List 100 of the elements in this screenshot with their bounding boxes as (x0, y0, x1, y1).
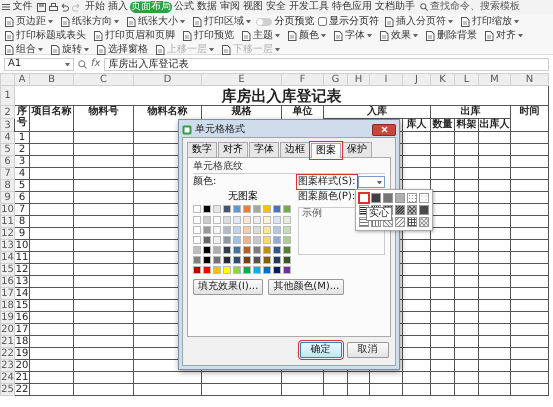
color-swatch[interactable] (233, 216, 241, 224)
row-label[interactable]: 13 (0, 240, 14, 252)
dialog-tab[interactable]: 对齐 (218, 142, 248, 157)
color-swatch[interactable] (243, 236, 251, 244)
ribbon-button[interactable]: 旋转 (48, 43, 91, 56)
row-label[interactable]: 5 (0, 144, 14, 156)
color-swatch[interactable] (223, 226, 231, 234)
more-colors-button[interactable]: 其他颜色(M)... (268, 279, 344, 295)
dialog-tab[interactable]: 图案 (311, 143, 341, 158)
color-swatch[interactable] (283, 246, 291, 254)
row-label[interactable]: 19 (0, 312, 14, 324)
color-swatch[interactable] (233, 266, 241, 274)
column-label[interactable]: I (370, 74, 402, 86)
color-swatch[interactable] (253, 216, 261, 224)
print-icon[interactable] (48, 2, 58, 12)
color-swatch[interactable] (253, 226, 261, 234)
column-label[interactable]: D (134, 74, 202, 86)
row-label[interactable]: 9 (0, 192, 14, 204)
pattern-swatch[interactable] (395, 216, 406, 226)
color-swatch[interactable] (193, 216, 201, 224)
color-swatch[interactable] (223, 216, 231, 224)
close-button[interactable] (372, 124, 396, 136)
ribbon-button[interactable]: 字体 (331, 29, 374, 42)
pattern-swatch[interactable] (358, 192, 370, 204)
toggle-switch[interactable] (256, 18, 272, 26)
color-swatch[interactable] (193, 226, 201, 234)
ribbon-button[interactable]: 组合 (2, 43, 45, 56)
row-label[interactable]: 15 (0, 264, 14, 276)
row-label[interactable]: 18 (0, 300, 14, 312)
column-label[interactable]: B (30, 74, 74, 86)
pattern-swatch[interactable] (419, 216, 430, 226)
ribbon-button[interactable]: 页边距 (2, 15, 55, 28)
color-swatch[interactable] (263, 226, 271, 234)
ribbon-button[interactable]: 打印标题或表头 (2, 29, 88, 42)
column-label[interactable]: L (454, 74, 478, 86)
color-swatch[interactable] (253, 246, 261, 254)
color-swatch[interactable] (273, 216, 281, 224)
search-field[interactable]: 查找命令、搜索模板 (430, 1, 522, 13)
color-swatch[interactable] (213, 256, 221, 264)
menu-tab[interactable]: 审阅 (219, 1, 241, 13)
save-icon[interactable] (37, 2, 46, 12)
color-swatch[interactable] (253, 256, 261, 264)
pattern-swatch[interactable] (419, 204, 430, 214)
color-swatch[interactable] (263, 216, 271, 224)
color-swatch[interactable] (283, 226, 291, 234)
dialog-tab[interactable]: 边框 (280, 142, 310, 157)
color-swatch[interactable] (243, 266, 251, 274)
menu-tab[interactable]: 插入 (107, 1, 129, 13)
color-swatch[interactable] (193, 236, 201, 244)
dialog-button[interactable]: 确定 (300, 342, 342, 358)
formula-field[interactable]: 库房出入库登记表 (104, 58, 549, 70)
color-swatch[interactable] (223, 256, 231, 264)
row-label[interactable]: 8 (0, 180, 14, 192)
name-box[interactable]: A1 (4, 58, 74, 70)
row-label[interactable]: 22 (0, 348, 14, 360)
ribbon-button[interactable]: 删除背景 (423, 29, 479, 42)
color-swatch[interactable] (233, 226, 241, 234)
pattern-swatch[interactable] (407, 192, 418, 202)
color-swatch[interactable] (213, 205, 221, 213)
color-swatch[interactable] (283, 216, 291, 224)
pattern-swatch[interactable] (371, 192, 382, 202)
row-label[interactable]: 21 (0, 336, 14, 348)
row-label[interactable]: 3 (0, 118, 14, 132)
color-swatch[interactable] (243, 226, 251, 234)
color-swatch[interactable] (233, 246, 241, 254)
no-pattern-option[interactable]: 无图案 (228, 190, 258, 202)
pattern-swatch[interactable] (383, 192, 394, 202)
fill-effects-button[interactable]: 填充效果(I)... (193, 279, 264, 295)
menu-tab[interactable]: 视图 (242, 1, 264, 13)
color-swatch[interactable] (273, 266, 281, 274)
column-label[interactable]: G (324, 74, 348, 86)
column-label[interactable]: N (510, 74, 548, 86)
color-swatch[interactable] (243, 256, 251, 264)
row-label[interactable]: 11 (0, 216, 14, 228)
row-label[interactable]: 1 (0, 86, 14, 106)
color-swatch[interactable] (203, 246, 211, 254)
menu-tab[interactable]: 文档助手 (374, 1, 416, 13)
row-label[interactable]: 2 (0, 106, 14, 118)
color-swatch[interactable] (253, 236, 261, 244)
row-label[interactable]: 6 (0, 156, 14, 168)
column-label[interactable]: J (402, 74, 430, 86)
ribbon-button[interactable]: 颜色 (285, 29, 328, 42)
color-swatch[interactable] (203, 226, 211, 234)
ribbon-button[interactable]: 打印缩放 (458, 15, 521, 28)
file-menu[interactable]: 文件 (1, 1, 34, 13)
color-swatch[interactable] (273, 236, 281, 244)
row-label[interactable]: 4 (0, 132, 14, 144)
row-label[interactable]: 10 (0, 204, 14, 216)
row-label[interactable]: 14 (0, 252, 14, 264)
row-label[interactable]: 17 (0, 288, 14, 300)
color-swatch[interactable] (273, 205, 281, 213)
ribbon-button[interactable]: 主题 (239, 29, 282, 42)
color-swatch[interactable] (253, 266, 261, 274)
color-swatch[interactable] (283, 236, 291, 244)
color-swatch[interactable] (283, 256, 291, 264)
menu-tab[interactable]: 安全 (265, 1, 287, 13)
menu-tab[interactable]: 开发工具 (288, 1, 330, 13)
color-swatch[interactable] (273, 246, 281, 254)
dialog-tab[interactable]: 数字 (187, 142, 217, 157)
column-label[interactable]: F (282, 74, 324, 86)
